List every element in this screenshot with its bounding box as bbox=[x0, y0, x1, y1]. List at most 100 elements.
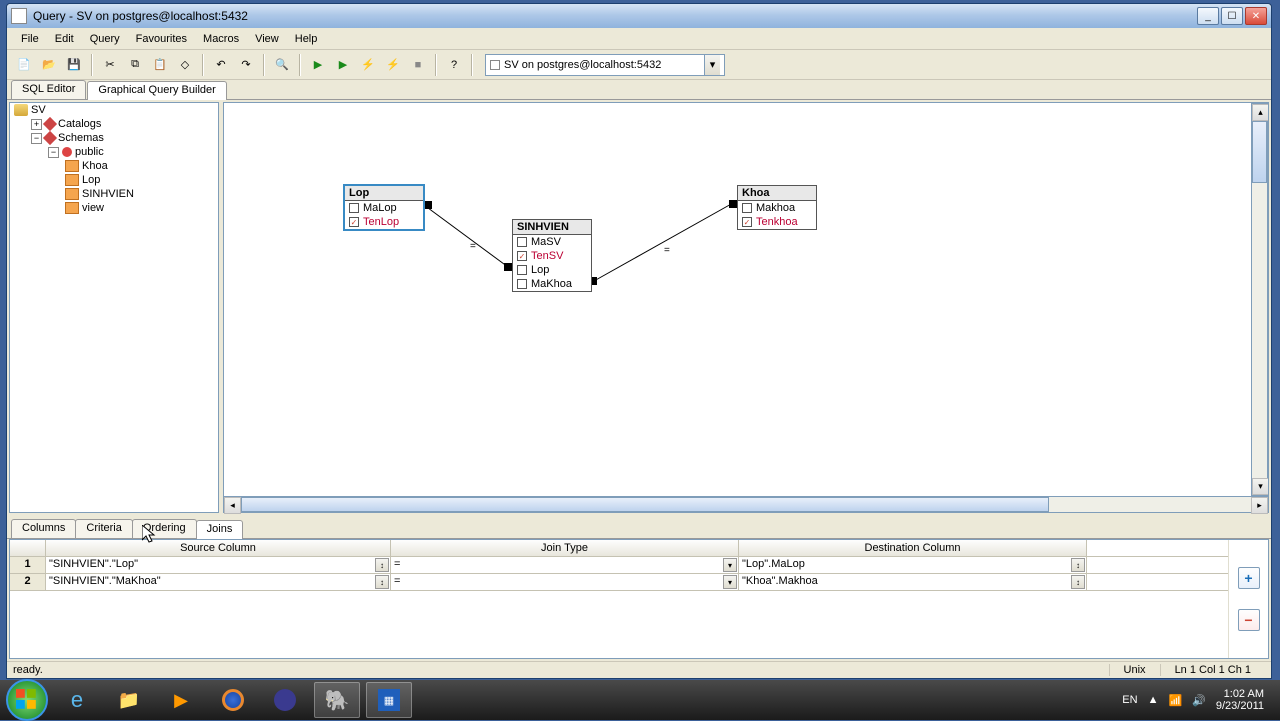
tree-table-lop[interactable]: Lop bbox=[82, 174, 100, 186]
taskbar-pgadmin-icon[interactable]: 🐘 bbox=[314, 682, 360, 718]
col-header-jointype[interactable]: Join Type bbox=[391, 540, 739, 556]
tray-network-icon[interactable]: 📶 bbox=[1168, 694, 1182, 707]
cell-source[interactable]: "SINHVIEN"."Lop" bbox=[49, 558, 138, 570]
taskbar-mediaplayer-icon[interactable]: ▶ bbox=[158, 682, 204, 718]
taskbar-firefox-icon[interactable] bbox=[210, 682, 256, 718]
scrollbar-vertical[interactable]: ▴ ▾ bbox=[1251, 103, 1268, 496]
join-pin[interactable] bbox=[729, 200, 737, 208]
grid-row[interactable]: 1 "SINHVIEN"."Lop"↕ =▾ "Lop".MaLop↕ bbox=[10, 557, 1228, 574]
run-icon[interactable]: ▶ bbox=[307, 54, 329, 76]
tray-language[interactable]: EN bbox=[1122, 694, 1137, 706]
expand-icon[interactable]: + bbox=[31, 119, 42, 130]
column-checkbox[interactable]: ✓ bbox=[742, 217, 752, 227]
table-box-title[interactable]: Khoa bbox=[738, 186, 816, 201]
tree-table-khoa[interactable]: Khoa bbox=[82, 160, 108, 172]
join-pin[interactable] bbox=[504, 263, 512, 271]
paste-icon[interactable]: 📋 bbox=[149, 54, 171, 76]
cell-destination[interactable]: "Khoa".Makhoa bbox=[742, 575, 818, 587]
tab-criteria[interactable]: Criteria bbox=[75, 519, 132, 538]
cut-icon[interactable]: ✂ bbox=[99, 54, 121, 76]
undo-icon[interactable]: ↶ bbox=[210, 54, 232, 76]
col-header-destination[interactable]: Destination Column bbox=[739, 540, 1087, 556]
tree-table-sinhvien[interactable]: SINHVIEN bbox=[82, 188, 134, 200]
system-tray[interactable]: EN ▲ 📶 🔊 1:02 AM 9/23/2011 bbox=[1122, 688, 1274, 712]
maximize-button[interactable]: ☐ bbox=[1221, 7, 1243, 25]
scroll-left-icon[interactable]: ◂ bbox=[224, 497, 241, 514]
tab-columns[interactable]: Columns bbox=[11, 519, 76, 538]
table-box-sinhvien[interactable]: SINHVIEN MaSV ✓TenSV Lop MaKhoa bbox=[512, 219, 592, 292]
tab-sql-editor[interactable]: SQL Editor bbox=[11, 80, 86, 99]
remove-join-button[interactable]: − bbox=[1238, 609, 1260, 631]
collapse-icon[interactable]: − bbox=[48, 147, 59, 158]
scroll-down-icon[interactable]: ▾ bbox=[1252, 478, 1269, 495]
tab-ordering[interactable]: Ordering bbox=[132, 519, 197, 538]
menu-file[interactable]: File bbox=[13, 30, 47, 48]
dropdown-icon[interactable]: ▾ bbox=[723, 558, 737, 572]
new-icon[interactable]: 📄 bbox=[13, 54, 35, 76]
tab-graphical-query-builder[interactable]: Graphical Query Builder bbox=[87, 81, 226, 100]
cell-destination[interactable]: "Lop".MaLop bbox=[742, 558, 805, 570]
collapse-icon[interactable]: − bbox=[31, 133, 42, 144]
dropdown-icon[interactable]: ↕ bbox=[375, 575, 389, 589]
database-select[interactable]: SV on postgres@localhost:5432 ▾ bbox=[485, 54, 725, 76]
dropdown-icon[interactable]: ↕ bbox=[1071, 558, 1085, 572]
column-checkbox[interactable]: ✓ bbox=[517, 251, 527, 261]
start-button[interactable] bbox=[6, 679, 48, 721]
column-checkbox[interactable] bbox=[349, 203, 359, 213]
explain-icon[interactable]: ⚡ bbox=[357, 54, 379, 76]
help-icon[interactable]: ? bbox=[443, 54, 465, 76]
tray-time[interactable]: 1:02 AM bbox=[1216, 688, 1264, 700]
explain-analyze-icon[interactable]: ⚡ bbox=[382, 54, 404, 76]
tray-volume-icon[interactable]: 🔊 bbox=[1192, 694, 1206, 707]
table-box-title[interactable]: Lop bbox=[345, 186, 423, 201]
menu-favourites[interactable]: Favourites bbox=[128, 30, 195, 48]
tray-date[interactable]: 9/23/2011 bbox=[1216, 700, 1264, 712]
cell-jointype[interactable]: = bbox=[394, 558, 400, 570]
stop-icon[interactable]: ■ bbox=[407, 54, 429, 76]
tray-flag-icon[interactable]: ▲ bbox=[1148, 694, 1159, 706]
col-header-source[interactable]: Source Column bbox=[46, 540, 391, 556]
find-icon[interactable]: 🔍 bbox=[271, 54, 293, 76]
taskbar-ie-icon[interactable]: e bbox=[54, 682, 100, 718]
cell-jointype[interactable]: = bbox=[394, 575, 400, 587]
taskbar-explorer-icon[interactable]: 📁 bbox=[106, 682, 152, 718]
minimize-button[interactable]: _ bbox=[1197, 7, 1219, 25]
scroll-up-icon[interactable]: ▴ bbox=[1252, 104, 1269, 121]
scrollbar-horizontal[interactable]: ◂ ▸ bbox=[223, 496, 1269, 513]
clear-icon[interactable]: ◇ bbox=[174, 54, 196, 76]
schema-tree[interactable]: SV +Catalogs −Schemas −public Khoa Lop S… bbox=[9, 102, 219, 513]
join-pin[interactable] bbox=[424, 201, 432, 209]
dropdown-icon[interactable]: ▾ bbox=[723, 575, 737, 589]
chevron-down-icon[interactable]: ▾ bbox=[704, 55, 720, 75]
column-checkbox[interactable] bbox=[517, 265, 527, 275]
close-button[interactable]: ✕ bbox=[1245, 7, 1267, 25]
menu-query[interactable]: Query bbox=[82, 30, 128, 48]
column-checkbox[interactable] bbox=[517, 279, 527, 289]
tab-joins[interactable]: Joins bbox=[196, 520, 244, 539]
taskbar-eclipse-icon[interactable] bbox=[262, 682, 308, 718]
run-pgscript-icon[interactable]: ▶ bbox=[332, 54, 354, 76]
menu-help[interactable]: Help bbox=[287, 30, 326, 48]
column-checkbox[interactable] bbox=[742, 203, 752, 213]
table-box-khoa[interactable]: Khoa Makhoa ✓Tenkhoa bbox=[737, 185, 817, 230]
grid-row[interactable]: 2 "SINHVIEN"."MaKhoa"↕ =▾ "Khoa".Makhoa↕ bbox=[10, 574, 1228, 591]
query-canvas[interactable]: = = Lop MaLop ✓TenLop SINHVIEN MaSV ✓Ten… bbox=[223, 102, 1269, 497]
redo-icon[interactable]: ↷ bbox=[235, 54, 257, 76]
cell-source[interactable]: "SINHVIEN"."MaKhoa" bbox=[49, 575, 161, 587]
dropdown-icon[interactable]: ↕ bbox=[1071, 575, 1085, 589]
dropdown-icon[interactable]: ↕ bbox=[375, 558, 389, 572]
menu-macros[interactable]: Macros bbox=[195, 30, 247, 48]
copy-icon[interactable]: ⧉ bbox=[124, 54, 146, 76]
scroll-right-icon[interactable]: ▸ bbox=[1251, 497, 1268, 514]
save-icon[interactable]: 💾 bbox=[63, 54, 85, 76]
open-icon[interactable]: 📂 bbox=[38, 54, 60, 76]
add-join-button[interactable]: + bbox=[1238, 567, 1260, 589]
table-box-lop[interactable]: Lop MaLop ✓TenLop bbox=[344, 185, 424, 230]
tree-table-view[interactable]: view bbox=[82, 202, 104, 214]
menu-edit[interactable]: Edit bbox=[47, 30, 82, 48]
menu-view[interactable]: View bbox=[247, 30, 287, 48]
taskbar-app-icon[interactable]: ▦ bbox=[366, 682, 412, 718]
column-checkbox[interactable]: ✓ bbox=[349, 217, 359, 227]
table-box-title[interactable]: SINHVIEN bbox=[513, 220, 591, 235]
column-checkbox[interactable] bbox=[517, 237, 527, 247]
